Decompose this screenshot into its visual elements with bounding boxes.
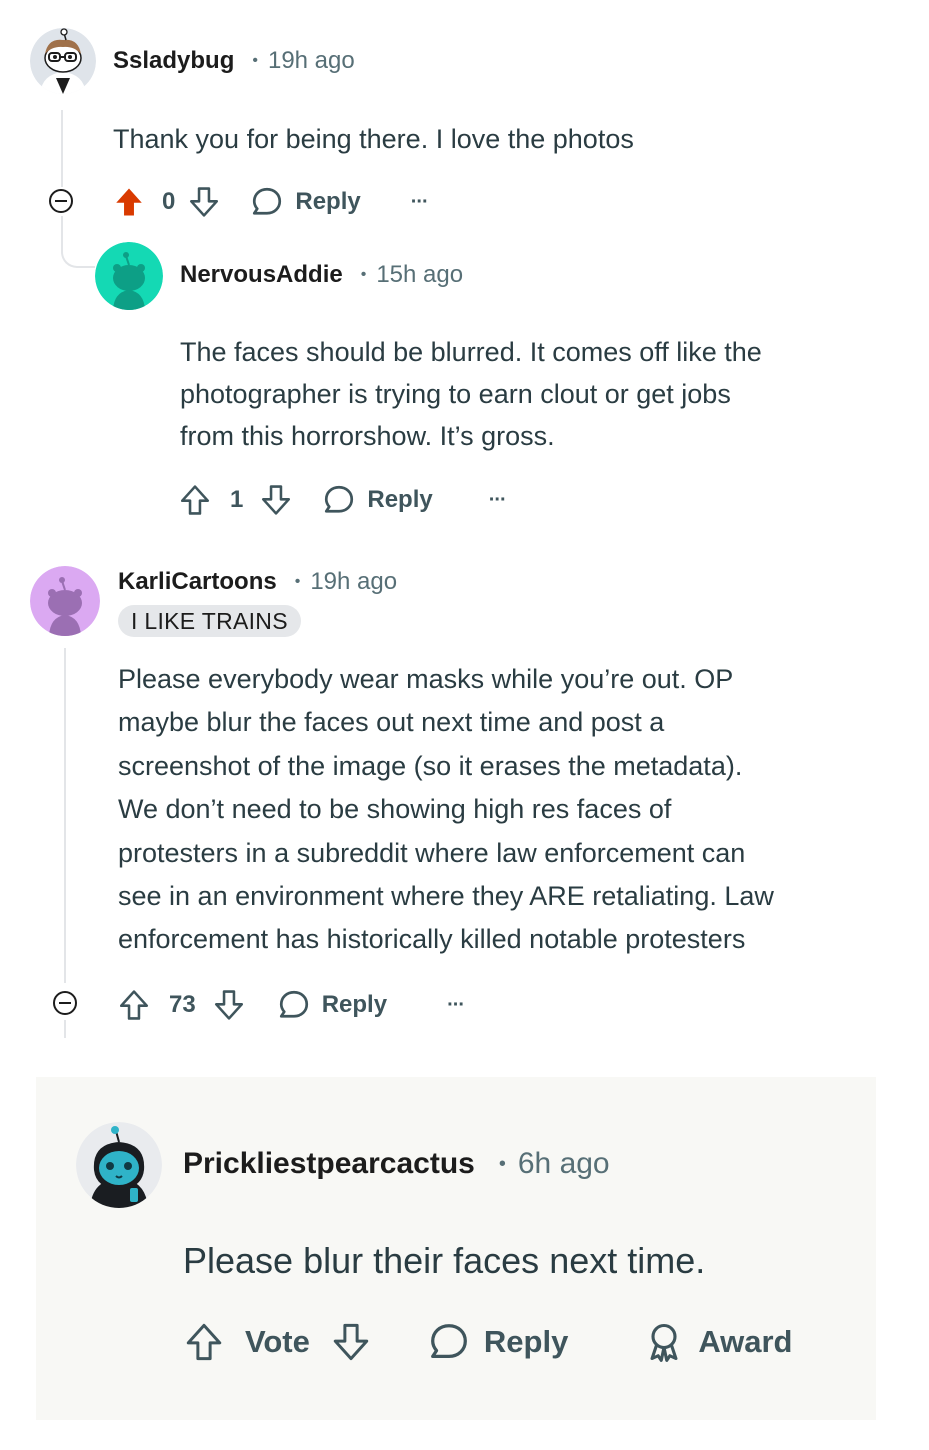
comment-meta: NervousAddie • 15h ago — [180, 258, 463, 292]
reply-button[interactable]: Reply — [276, 987, 387, 1023]
comment-body: Please everybody wear masks while you’re… — [118, 658, 774, 962]
comment-actions: 0 Reply ··· — [112, 180, 429, 224]
upvote-icon — [186, 1323, 222, 1361]
downvote-icon — [214, 990, 243, 1020]
thread-line — [61, 110, 63, 187]
award-label: Award — [698, 1324, 793, 1359]
thread-line — [64, 648, 66, 983]
vote-count: 1 — [230, 486, 244, 513]
downvote-button[interactable] — [187, 185, 221, 219]
comment-actions: Vote Reply Award — [183, 1314, 793, 1370]
thread-elbow — [61, 216, 95, 268]
comment-body-line: We don’t need to be showing high res fac… — [118, 794, 672, 825]
comment-bubble-icon — [253, 187, 282, 215]
downvote-button[interactable] — [212, 988, 246, 1022]
comment-body-line: enforcement has historically killed nota… — [118, 924, 746, 955]
reply-button[interactable]: Reply — [249, 184, 361, 220]
more-options-button[interactable]: ··· — [447, 994, 465, 1017]
comment-body-line: photographer is trying to earn clout or … — [180, 379, 731, 409]
downvote-button[interactable] — [330, 1321, 372, 1363]
reply-label: Reply — [367, 486, 433, 513]
comment-body-line: protesters in a subreddit where law enfo… — [118, 837, 746, 868]
upvote-icon — [119, 990, 149, 1020]
comment-bubble-icon — [279, 990, 308, 1018]
collapse-thread-button[interactable] — [49, 189, 73, 213]
separator-dot: • — [252, 52, 258, 69]
comment-body-line: screenshot of the image (so it erases th… — [118, 750, 743, 781]
username-link[interactable]: KarliCartoons — [118, 568, 277, 596]
thread-line — [64, 1020, 66, 1038]
vote-count: 0 — [162, 188, 176, 215]
more-options-button[interactable]: ··· — [411, 191, 429, 214]
collapse-thread-button[interactable] — [53, 991, 77, 1015]
separator-dot: • — [498, 1152, 506, 1175]
upvote-button[interactable] — [117, 988, 151, 1022]
username-link[interactable]: NervousAddie — [180, 261, 343, 289]
avatar[interactable] — [95, 242, 163, 310]
upvote-button[interactable] — [183, 1321, 225, 1363]
upvote-button[interactable] — [178, 483, 212, 517]
upvote-icon — [180, 485, 210, 515]
comment-body-line: from this horrorshow. It’s gross. — [180, 421, 555, 451]
avatar[interactable] — [76, 1122, 162, 1208]
comment-meta: KarliCartoons • 19h ago — [118, 565, 397, 599]
avatar-nervousaddie-icon — [95, 242, 163, 310]
downvote-icon — [190, 187, 219, 217]
award-button[interactable]: Award — [642, 1320, 793, 1364]
reply-label: Reply — [321, 991, 388, 1018]
avatar[interactable] — [30, 28, 96, 94]
reply-label: Reply — [483, 1324, 569, 1359]
downvote-icon — [333, 1323, 369, 1361]
vote-count: 73 — [169, 991, 196, 1018]
comment-body-line: Please everybody wear masks while you’re… — [118, 664, 734, 694]
avatar-prickliestpearcactus-icon — [76, 1122, 162, 1208]
comment-body: Please blur their faces next time. — [183, 1240, 706, 1281]
timestamp[interactable]: 19h ago — [268, 47, 355, 75]
comment-meta: Ssladybug • 19h ago — [113, 44, 355, 78]
separator-dot: • — [360, 266, 367, 283]
timestamp[interactable]: 19h ago — [310, 568, 397, 596]
timestamp[interactable]: 15h ago — [376, 261, 463, 289]
comment-body-line: see in an environment where they ARE ret… — [118, 881, 774, 912]
timestamp[interactable]: 6h ago — [518, 1147, 610, 1181]
more-options-button[interactable]: ··· — [489, 489, 507, 512]
comment-bubble-icon — [325, 485, 354, 513]
user-flair: I LIKE TRAINS — [118, 605, 301, 637]
upvote-button[interactable] — [112, 185, 146, 219]
reply-button[interactable]: Reply — [321, 482, 433, 518]
comment-actions: 73 Reply ··· — [117, 983, 465, 1027]
avatar-ssladybug-icon — [30, 28, 96, 94]
award-icon — [650, 1323, 678, 1362]
comment-body-line: The faces should be blurred. It comes of… — [180, 337, 762, 367]
comment-body: The faces should be blurred. It comes of… — [180, 331, 762, 457]
comment-meta: Prickliestpearcactus • 6h ago — [183, 1143, 610, 1185]
downvote-icon — [262, 485, 291, 515]
comment-actions: 1 Reply ··· — [178, 478, 507, 522]
comment-body: Thank you for being there. I love the ph… — [113, 124, 634, 154]
username-link[interactable]: Prickliestpearcactus — [183, 1147, 475, 1181]
downvote-button[interactable] — [259, 483, 293, 517]
avatar[interactable] — [30, 566, 100, 636]
avatar-karlicartoons-icon — [30, 566, 100, 636]
reply-button[interactable]: Reply — [426, 1319, 568, 1365]
separator-dot: • — [294, 573, 301, 590]
vote-label: Vote — [245, 1324, 310, 1359]
comment-bubble-icon — [430, 1324, 467, 1359]
comment-body-line: maybe blur the faces out next time and p… — [118, 707, 665, 738]
reply-label: Reply — [295, 188, 361, 215]
username-link[interactable]: Ssladybug — [113, 47, 234, 75]
upvote-filled-icon — [116, 188, 142, 216]
